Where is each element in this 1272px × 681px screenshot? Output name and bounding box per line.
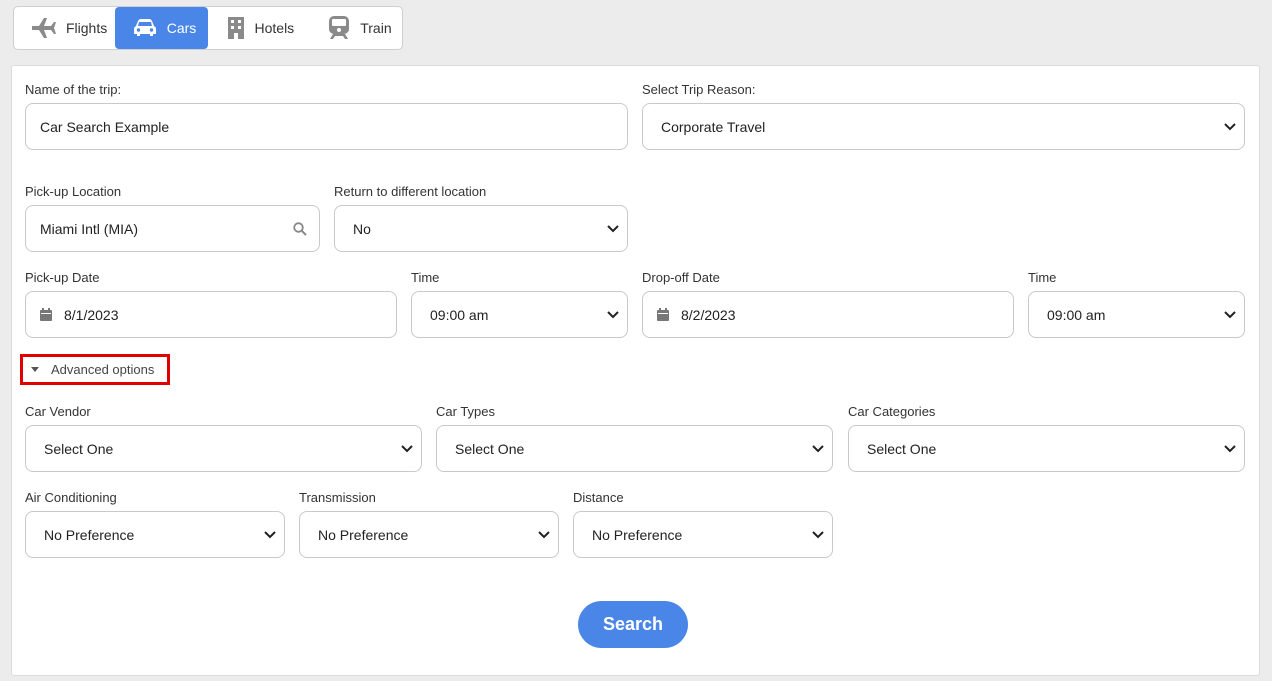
car-icon [133, 18, 157, 38]
pickup-location-value: Miami Intl (MIA) [40, 220, 138, 237]
car-categories-value: Select One [867, 440, 937, 457]
chevron-down-icon [1224, 310, 1236, 318]
transmission-select[interactable]: No Preference [299, 511, 559, 558]
tab-cars[interactable]: Cars [114, 7, 208, 49]
trip-name-value: Car Search Example [40, 118, 170, 135]
chevron-down-icon [1224, 444, 1236, 452]
air-conditioning-value: No Preference [44, 526, 135, 543]
tab-cars-label: Cars [166, 20, 197, 36]
trip-reason-label: Select Trip Reason: [642, 82, 756, 97]
return-different-value: No [353, 220, 371, 237]
trip-name-label: Name of the trip: [25, 82, 122, 97]
tab-hotels-label: Hotels [254, 20, 295, 36]
calendar-icon [657, 308, 669, 321]
air-conditioning-select[interactable]: No Preference [25, 511, 285, 558]
car-categories-select[interactable]: Select One [848, 425, 1245, 472]
tab-hotels[interactable]: Hotels [208, 7, 313, 49]
travel-type-tabs: Flights Cars Hotels Train [13, 6, 403, 50]
return-different-select[interactable]: No [334, 205, 628, 252]
dropoff-date-label: Drop-off Date [642, 270, 720, 285]
search-icon[interactable] [293, 221, 307, 236]
car-types-label: Car Types [436, 404, 496, 419]
advanced-options-label: Advanced options [51, 362, 155, 377]
car-types-select[interactable]: Select One [436, 425, 833, 472]
dropoff-time-select[interactable]: 09:00 am [1028, 291, 1245, 338]
pickup-date-value: 8/1/2023 [64, 306, 119, 323]
chevron-down-icon [607, 224, 619, 232]
pickup-date-label: Pick-up Date [25, 270, 100, 285]
dropoff-date-input[interactable]: 8/2/2023 [642, 291, 1014, 338]
transmission-value: No Preference [318, 526, 409, 543]
tab-train-label: Train [360, 20, 392, 36]
car-search-form: Name of the trip: Car Search Example Sel… [11, 65, 1260, 676]
chevron-down-icon [812, 530, 824, 538]
car-categories-label: Car Categories [848, 404, 936, 419]
tab-flights[interactable]: Flights [14, 7, 115, 49]
tab-flights-label: Flights [66, 20, 108, 36]
tab-train[interactable]: Train [312, 7, 402, 49]
calendar-icon [40, 308, 52, 321]
pickup-location-label: Pick-up Location [25, 184, 122, 199]
air-conditioning-label: Air Conditioning [25, 490, 117, 505]
pickup-time-label: Time [411, 270, 440, 285]
distance-value: No Preference [592, 526, 683, 543]
car-vendor-value: Select One [44, 440, 114, 457]
advanced-options-toggle[interactable]: Advanced options [20, 354, 170, 385]
distance-label: Distance [573, 490, 624, 505]
trip-reason-select[interactable]: Corporate Travel [642, 103, 1245, 150]
pickup-location-input[interactable]: Miami Intl (MIA) [25, 205, 320, 252]
chevron-down-icon [812, 444, 824, 452]
building-icon [227, 17, 245, 39]
return-different-label: Return to different location [334, 184, 487, 199]
car-vendor-select[interactable]: Select One [25, 425, 422, 472]
car-vendor-label: Car Vendor [25, 404, 91, 419]
chevron-down-icon [607, 310, 619, 318]
pickup-time-select[interactable]: 09:00 am [411, 291, 628, 338]
chevron-down-icon [401, 444, 413, 452]
chevron-down-icon [264, 530, 276, 538]
distance-select[interactable]: No Preference [573, 511, 833, 558]
pickup-time-value: 09:00 am [430, 306, 489, 323]
trip-name-input[interactable]: Car Search Example [25, 103, 628, 150]
dropoff-time-label: Time [1028, 270, 1057, 285]
search-button[interactable]: Search [578, 601, 688, 648]
train-icon [328, 16, 350, 40]
transmission-label: Transmission [299, 490, 376, 505]
dropoff-time-value: 09:00 am [1047, 306, 1106, 323]
pickup-date-input[interactable]: 8/1/2023 [25, 291, 397, 338]
trip-reason-value: Corporate Travel [661, 118, 766, 135]
chevron-down-icon [1224, 122, 1236, 130]
chevron-down-icon [538, 530, 550, 538]
caret-down-icon [31, 367, 39, 372]
plane-icon [30, 17, 56, 39]
dropoff-date-value: 8/2/2023 [681, 306, 736, 323]
car-types-value: Select One [455, 440, 525, 457]
